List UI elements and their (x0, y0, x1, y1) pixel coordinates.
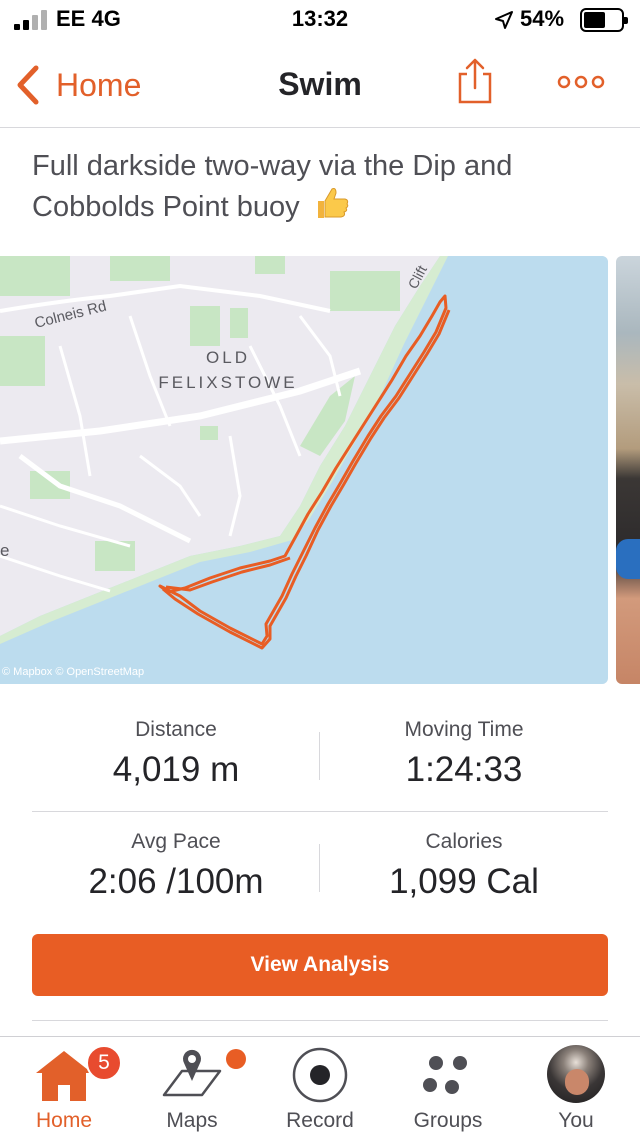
tab-label: Record (286, 1109, 354, 1132)
tab-maps[interactable]: Maps (128, 1037, 256, 1136)
share-icon[interactable] (454, 56, 496, 106)
tab-groups[interactable]: Groups (384, 1037, 512, 1136)
stat-value: 2:06 /100m (88, 862, 264, 901)
chevron-left-icon (17, 65, 39, 105)
stat-label: Calories (425, 830, 503, 853)
nav-bar: Home Swim (0, 40, 640, 128)
map-label-area-1: OLD (206, 348, 250, 367)
back-button[interactable]: Home (14, 62, 141, 108)
tab-label: You (558, 1109, 594, 1132)
map-canvas: Colneis Rd OLD FELIXSTOWE Clift e (0, 256, 608, 684)
activity-description: Full darkside two-way via the Dip and Co… (32, 146, 592, 227)
notification-dot (226, 1049, 246, 1069)
stat-value: 4,019 m (112, 750, 240, 789)
tab-label: Maps (166, 1109, 218, 1132)
stat-value: 1,099 Cal (389, 862, 539, 901)
activity-photo[interactable] (616, 256, 640, 684)
map-attribution: © Mapbox © OpenStreetMap (2, 666, 145, 678)
map-label-area-2: FELIXSTOWE (158, 373, 297, 392)
tab-record[interactable]: Record (256, 1037, 384, 1136)
tab-you[interactable]: You (512, 1037, 640, 1136)
location-arrow-icon (495, 11, 513, 29)
tab-home[interactable]: 5 Home (0, 1037, 128, 1136)
record-icon (292, 1047, 348, 1103)
stat-label: Distance (135, 718, 217, 741)
stat-label: Moving Time (404, 718, 524, 741)
view-analysis-button[interactable]: View Analysis (32, 934, 608, 996)
thumbs-up-icon (317, 188, 348, 218)
stat-label: Avg Pace (131, 830, 221, 853)
groups-icon (423, 1056, 467, 1094)
stats-panel: Distance 4,019 m Moving Time 1:24:33 Avg… (32, 700, 608, 924)
map-icon (162, 1049, 222, 1097)
activity-description-text: Full darkside two-way via the Dip and Co… (32, 150, 513, 223)
back-label: Home (56, 66, 142, 103)
home-icon (36, 1051, 92, 1101)
notification-badge: 5 (86, 1045, 122, 1081)
stat-avg-pace: Avg Pace 2:06 /100m (32, 830, 320, 902)
divider (32, 1020, 608, 1021)
stat-distance: Distance 4,019 m (32, 718, 320, 790)
battery-icon (580, 8, 628, 32)
stat-moving-time: Moving Time 1:24:33 (320, 718, 608, 790)
status-bar: EE 4G 13:32 54% (0, 0, 640, 40)
route-map[interactable]: Colneis Rd OLD FELIXSTOWE Clift e © Mapb… (0, 256, 608, 684)
tab-bar: 5 Home Maps Record Groups You (0, 1036, 640, 1136)
tab-label: Groups (413, 1109, 483, 1132)
avatar (547, 1045, 605, 1103)
stat-value: 1:24:33 (405, 750, 523, 789)
map-label-edge: e (0, 541, 9, 560)
stat-calories: Calories 1,099 Cal (320, 830, 608, 902)
battery-percent: 54% (520, 6, 565, 31)
more-options-icon[interactable] (556, 70, 606, 94)
tab-label: Home (35, 1109, 93, 1132)
